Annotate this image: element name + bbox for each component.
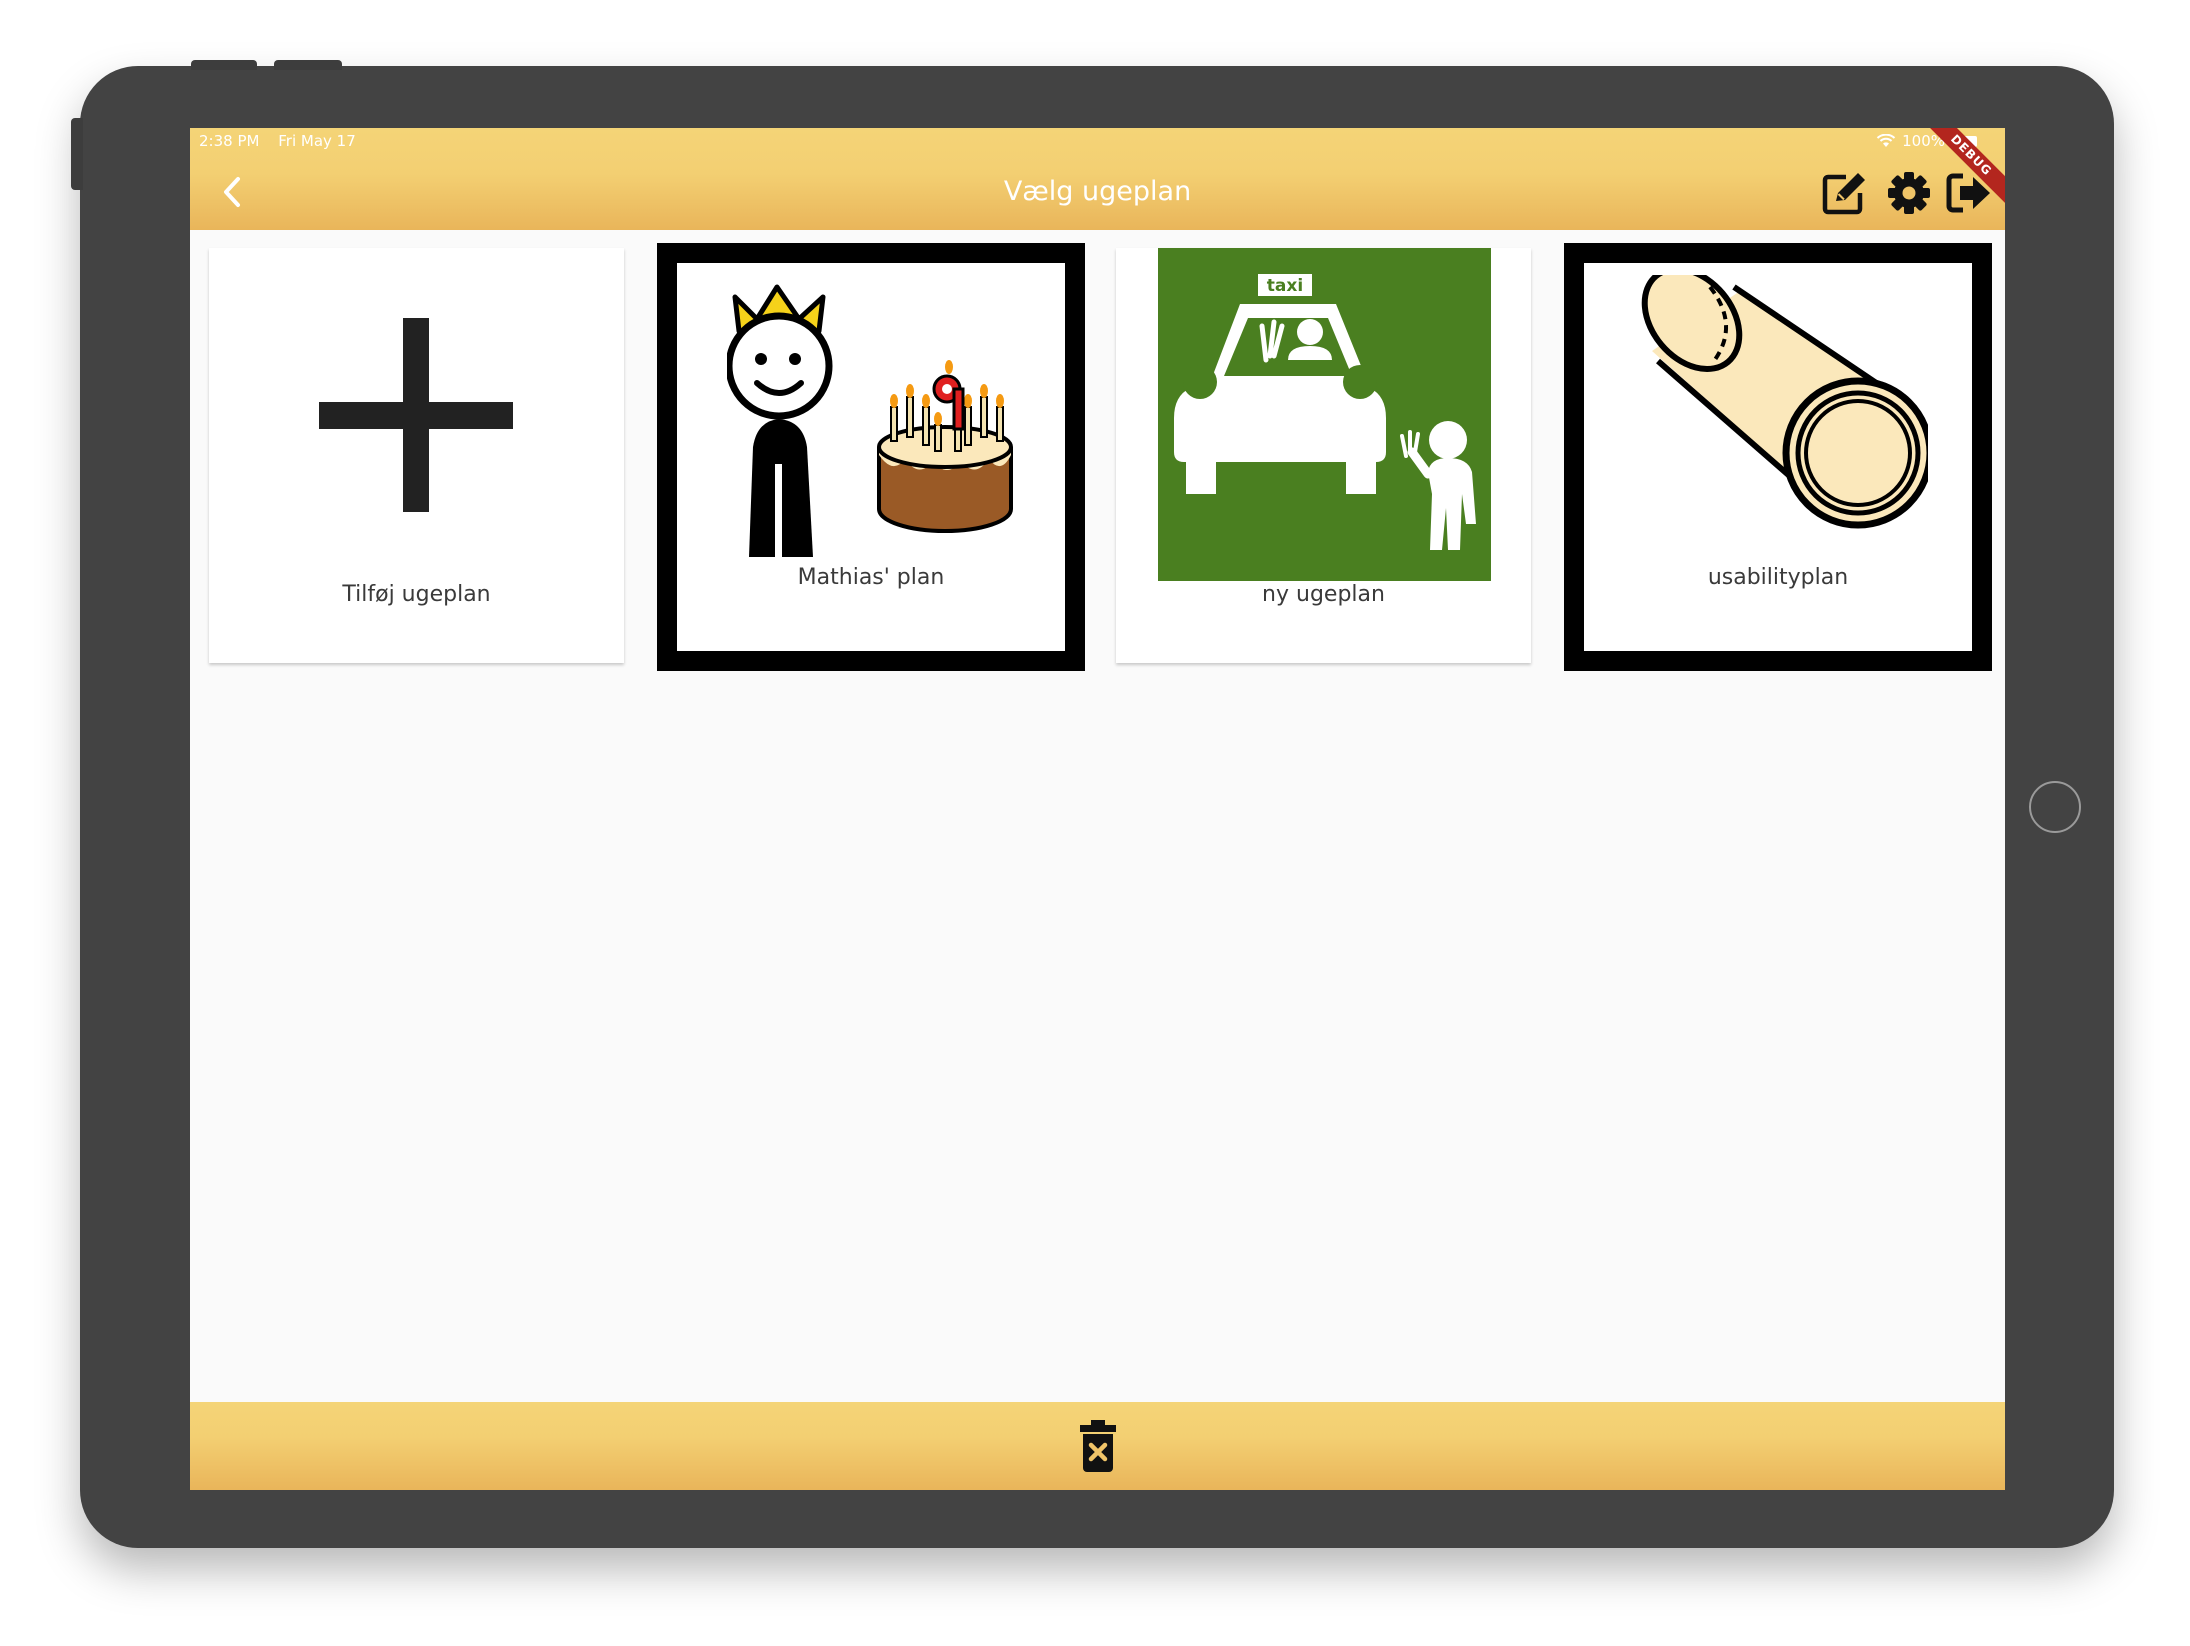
log-pictogram [1641, 275, 1928, 529]
page-title: Vælg ugeplan [1003, 176, 1192, 207]
trash-delete-icon [1080, 1420, 1116, 1472]
svg-text:taxi: taxi [1267, 276, 1303, 296]
gear-icon [1888, 172, 1930, 214]
plus-icon [319, 318, 513, 512]
side-button [71, 118, 83, 190]
weekplan-tile-mathias[interactable]: Mathias' plan [657, 243, 1085, 671]
edit-button[interactable] [1820, 168, 1870, 218]
app-bar: 2:38 PM Fri May 17 100% DEBUG Vælg ugepl… [190, 128, 2005, 230]
wifi-icon [1876, 134, 1896, 147]
weekplan-tile-ny-ugeplan[interactable]: taxi ny ugeplan [1116, 248, 1531, 663]
birthday-king-pictogram [727, 284, 1013, 557]
weekplan-tile-usabilityplan[interactable]: usabilityplan [1564, 243, 1992, 671]
tile-label: ny ugeplan [1262, 582, 1385, 607]
tile-label: Tilføj ugeplan [342, 582, 491, 607]
volume-button [191, 60, 257, 70]
tile-label: usabilityplan [1707, 565, 1849, 590]
add-weekplan-tile[interactable]: Tilføj ugeplan [209, 248, 624, 663]
logout-button[interactable] [1944, 168, 1994, 218]
app-screen: 2:38 PM Fri May 17 100% DEBUG Vælg ugepl… [190, 128, 2005, 1490]
delete-button[interactable] [1078, 1418, 1118, 1474]
status-bar-time: 2:38 PM Fri May 17 [199, 132, 356, 150]
settings-button[interactable] [1884, 168, 1934, 218]
status-time: 2:38 PM [199, 132, 260, 150]
taxi-pictogram: taxi [1158, 248, 1491, 581]
home-button[interactable] [2029, 781, 2081, 833]
tile-label: Mathias' plan [797, 565, 945, 590]
bottom-bar [190, 1402, 2005, 1490]
volume-button [274, 60, 342, 70]
edit-icon [1822, 173, 1865, 215]
logout-icon [1946, 173, 1990, 213]
status-date: Fri May 17 [278, 132, 356, 150]
